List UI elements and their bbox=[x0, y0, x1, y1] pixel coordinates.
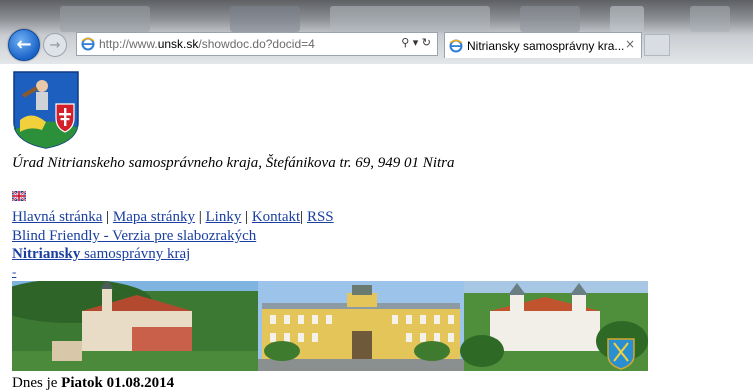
new-tab-button[interactable] bbox=[644, 34, 670, 56]
address-bar[interactable]: http://www.unsk.sk/showdoc.do?docid=4 ⚲ … bbox=[76, 32, 438, 56]
accessibility-row: Blind Friendly - Verzia pre slabozrakých bbox=[12, 228, 256, 245]
current-date: Dnes je Piatok 01.08.2014 bbox=[12, 375, 175, 391]
nav-sitemap-link[interactable]: Mapa stránky bbox=[113, 209, 195, 225]
nav-separator: | bbox=[106, 209, 110, 225]
forward-arrow-icon: → bbox=[49, 37, 61, 53]
coat-of-arms-logo bbox=[13, 71, 79, 149]
back-arrow-icon: ← bbox=[16, 34, 32, 55]
office-address: Úrad Nitrianskeho samosprávneho kraja, Š… bbox=[12, 155, 455, 171]
tab-active[interactable]: Nitriansky samosprávny kra... × bbox=[444, 32, 642, 58]
header-banner-photos bbox=[12, 281, 648, 371]
nav-separator: | bbox=[300, 209, 304, 225]
date-value: Piatok 01.08.2014 bbox=[61, 375, 175, 391]
blurred-background bbox=[60, 6, 150, 32]
tiny-link[interactable]: - bbox=[12, 264, 16, 280]
search-refresh-icons[interactable]: ⚲ ▾ ↻ bbox=[401, 36, 431, 49]
uk-flag-icon[interactable] bbox=[12, 191, 26, 201]
blurred-background bbox=[520, 6, 580, 32]
blurred-background bbox=[610, 6, 644, 32]
nav-home-link[interactable]: Hlavná stránka bbox=[12, 209, 102, 225]
blind-friendly-link[interactable]: Blind Friendly - Verzia pre slabozrakých bbox=[12, 228, 256, 244]
web-page: Úrad Nitrianskeho samosprávneho kraja, Š… bbox=[0, 64, 753, 391]
region-link-rest: samosprávny kraj bbox=[80, 246, 191, 262]
nav-separator: | bbox=[245, 209, 249, 225]
region-link-bold: Nitriansky bbox=[12, 246, 81, 262]
nav-links-link[interactable]: Linky bbox=[205, 209, 241, 225]
blurred-background bbox=[330, 6, 490, 32]
tab-title: Nitriansky samosprávny kra... bbox=[467, 38, 625, 53]
nav-contact-link[interactable]: Kontakt bbox=[252, 209, 300, 225]
main-nav: Hlavná stránka | Mapa stránky | Linky | … bbox=[12, 209, 334, 226]
tab-close-icon[interactable]: × bbox=[625, 37, 635, 51]
url-text: http://www.unsk.sk/showdoc.do?docid=4 bbox=[99, 37, 315, 51]
blurred-background bbox=[690, 6, 730, 32]
blurred-background bbox=[230, 6, 300, 32]
browser-chrome: ← → http://www.unsk.sk/showdoc.do?docid=… bbox=[0, 0, 753, 64]
ie-tab-icon bbox=[449, 39, 463, 52]
nav-rss-link[interactable]: RSS bbox=[307, 209, 334, 225]
region-link[interactable]: Nitriansky samosprávny kraj bbox=[12, 246, 190, 262]
forward-button[interactable]: → bbox=[43, 33, 67, 57]
region-row: Nitriansky samosprávny kraj bbox=[12, 246, 190, 263]
back-button[interactable]: ← bbox=[8, 29, 40, 61]
nav-separator: | bbox=[198, 209, 202, 225]
ie-page-icon bbox=[81, 37, 95, 51]
